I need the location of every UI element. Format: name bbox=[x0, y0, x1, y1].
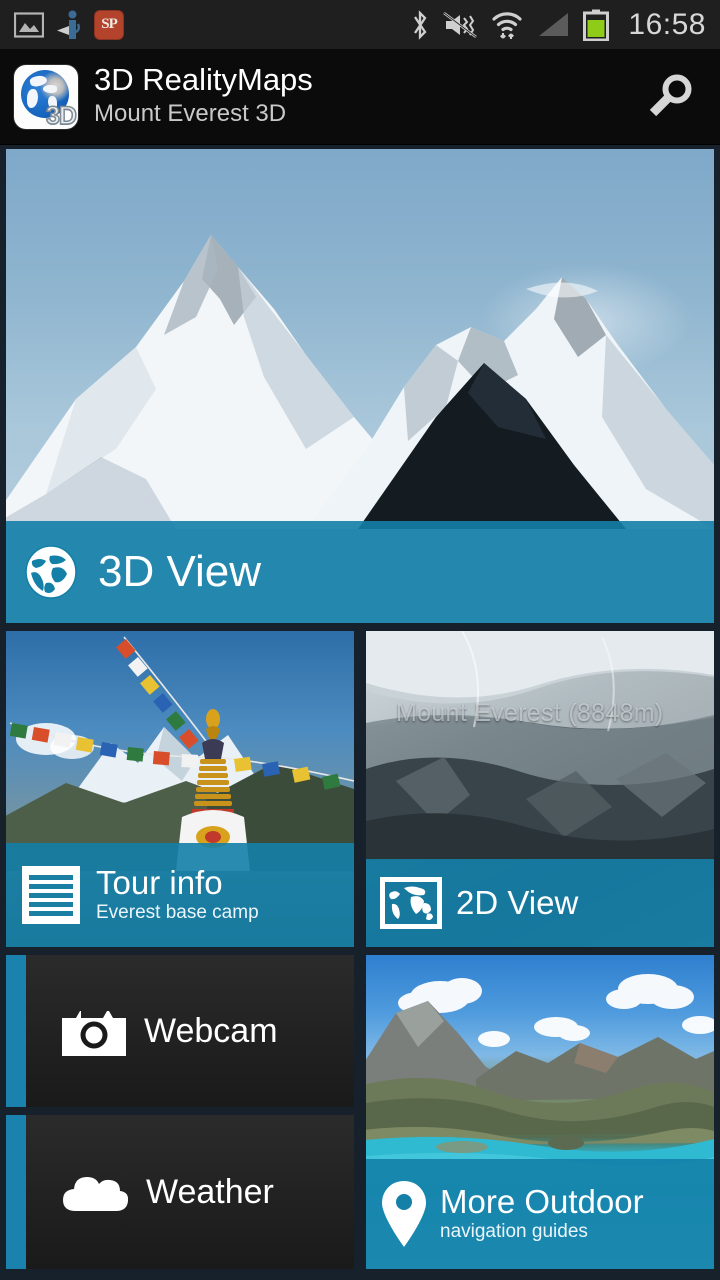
tile-webcam-accent-bar bbox=[6, 955, 26, 1107]
tile-weather-accent-bar bbox=[6, 1115, 26, 1269]
twod-photo-label: Mount Everest (8848m) bbox=[396, 699, 664, 727]
share-icon bbox=[56, 10, 82, 40]
cloud-icon bbox=[62, 1171, 128, 1213]
globe-icon bbox=[22, 543, 80, 601]
tile-webcam-title: Webcam bbox=[144, 1011, 278, 1050]
battery-icon bbox=[583, 9, 610, 41]
tile-weather-title: Weather bbox=[146, 1172, 274, 1211]
tile-weather[interactable]: Weather bbox=[6, 1115, 354, 1269]
tile-tour-info-label-bar: Tour info Everest base camp bbox=[6, 843, 354, 947]
tile-tour-info[interactable]: Tour info Everest base camp bbox=[6, 631, 354, 947]
camera-icon bbox=[62, 1006, 126, 1056]
app-subtitle: Mount Everest 3D bbox=[94, 100, 287, 128]
search-icon bbox=[643, 70, 697, 124]
tile-tour-info-title: Tour info bbox=[96, 863, 223, 901]
status-bar: SP 16:58 bbox=[0, 0, 720, 49]
sp-app-icon: SP bbox=[94, 9, 124, 40]
status-bar-left-icons: SP bbox=[0, 9, 124, 40]
document-lines-icon bbox=[20, 864, 82, 926]
wifi-icon bbox=[491, 10, 523, 40]
tile-3d-view-title: 3D View bbox=[98, 546, 262, 596]
app-title: 3D RealityMaps bbox=[94, 61, 313, 97]
screenshot-icon bbox=[14, 11, 44, 38]
app-logo-icon: 3D bbox=[14, 64, 78, 129]
phone-screen: SP 16:58 3D 3D RealityMaps Mount Everest… bbox=[0, 0, 720, 1280]
tile-more-outdoor-label-bar: More Outdoor navigation guides bbox=[366, 1159, 714, 1269]
tile-more-outdoor-subtitle: navigation guides bbox=[440, 1221, 588, 1243]
tile-webcam[interactable]: Webcam bbox=[6, 955, 354, 1107]
tile-tour-info-subtitle: Everest base camp bbox=[96, 902, 259, 924]
world-map-icon bbox=[380, 877, 442, 929]
app-title-block: 3D RealityMaps Mount Everest 3D bbox=[94, 61, 313, 130]
bluetooth-icon bbox=[411, 9, 429, 41]
signal-icon bbox=[536, 11, 570, 39]
tile-2d-view-label-bar: 2D View bbox=[366, 859, 714, 947]
tile-2d-view-title: 2D View bbox=[456, 884, 579, 922]
tile-3d-view-label-bar: 3D View bbox=[6, 521, 714, 623]
map-pin-icon bbox=[380, 1179, 428, 1249]
tile-grid: 3D View Tour info Everest base camp Moun… bbox=[0, 145, 720, 1280]
status-bar-right-icons: 16:58 bbox=[411, 8, 720, 42]
app-header-bar: 3D 3D RealityMaps Mount Everest 3D bbox=[0, 49, 720, 145]
status-clock: 16:58 bbox=[628, 7, 706, 41]
app-logo-badge: 3D bbox=[45, 101, 77, 129]
tile-more-outdoor-title: More Outdoor bbox=[440, 1182, 644, 1220]
tile-3d-view[interactable]: 3D View bbox=[6, 149, 714, 623]
mute-vibrate-icon bbox=[442, 10, 478, 40]
tile-2d-view[interactable]: Mount Everest (8848m) 2D View bbox=[366, 631, 714, 947]
search-button[interactable] bbox=[634, 61, 706, 133]
tile-more-outdoor[interactable]: More Outdoor navigation guides bbox=[366, 955, 714, 1269]
